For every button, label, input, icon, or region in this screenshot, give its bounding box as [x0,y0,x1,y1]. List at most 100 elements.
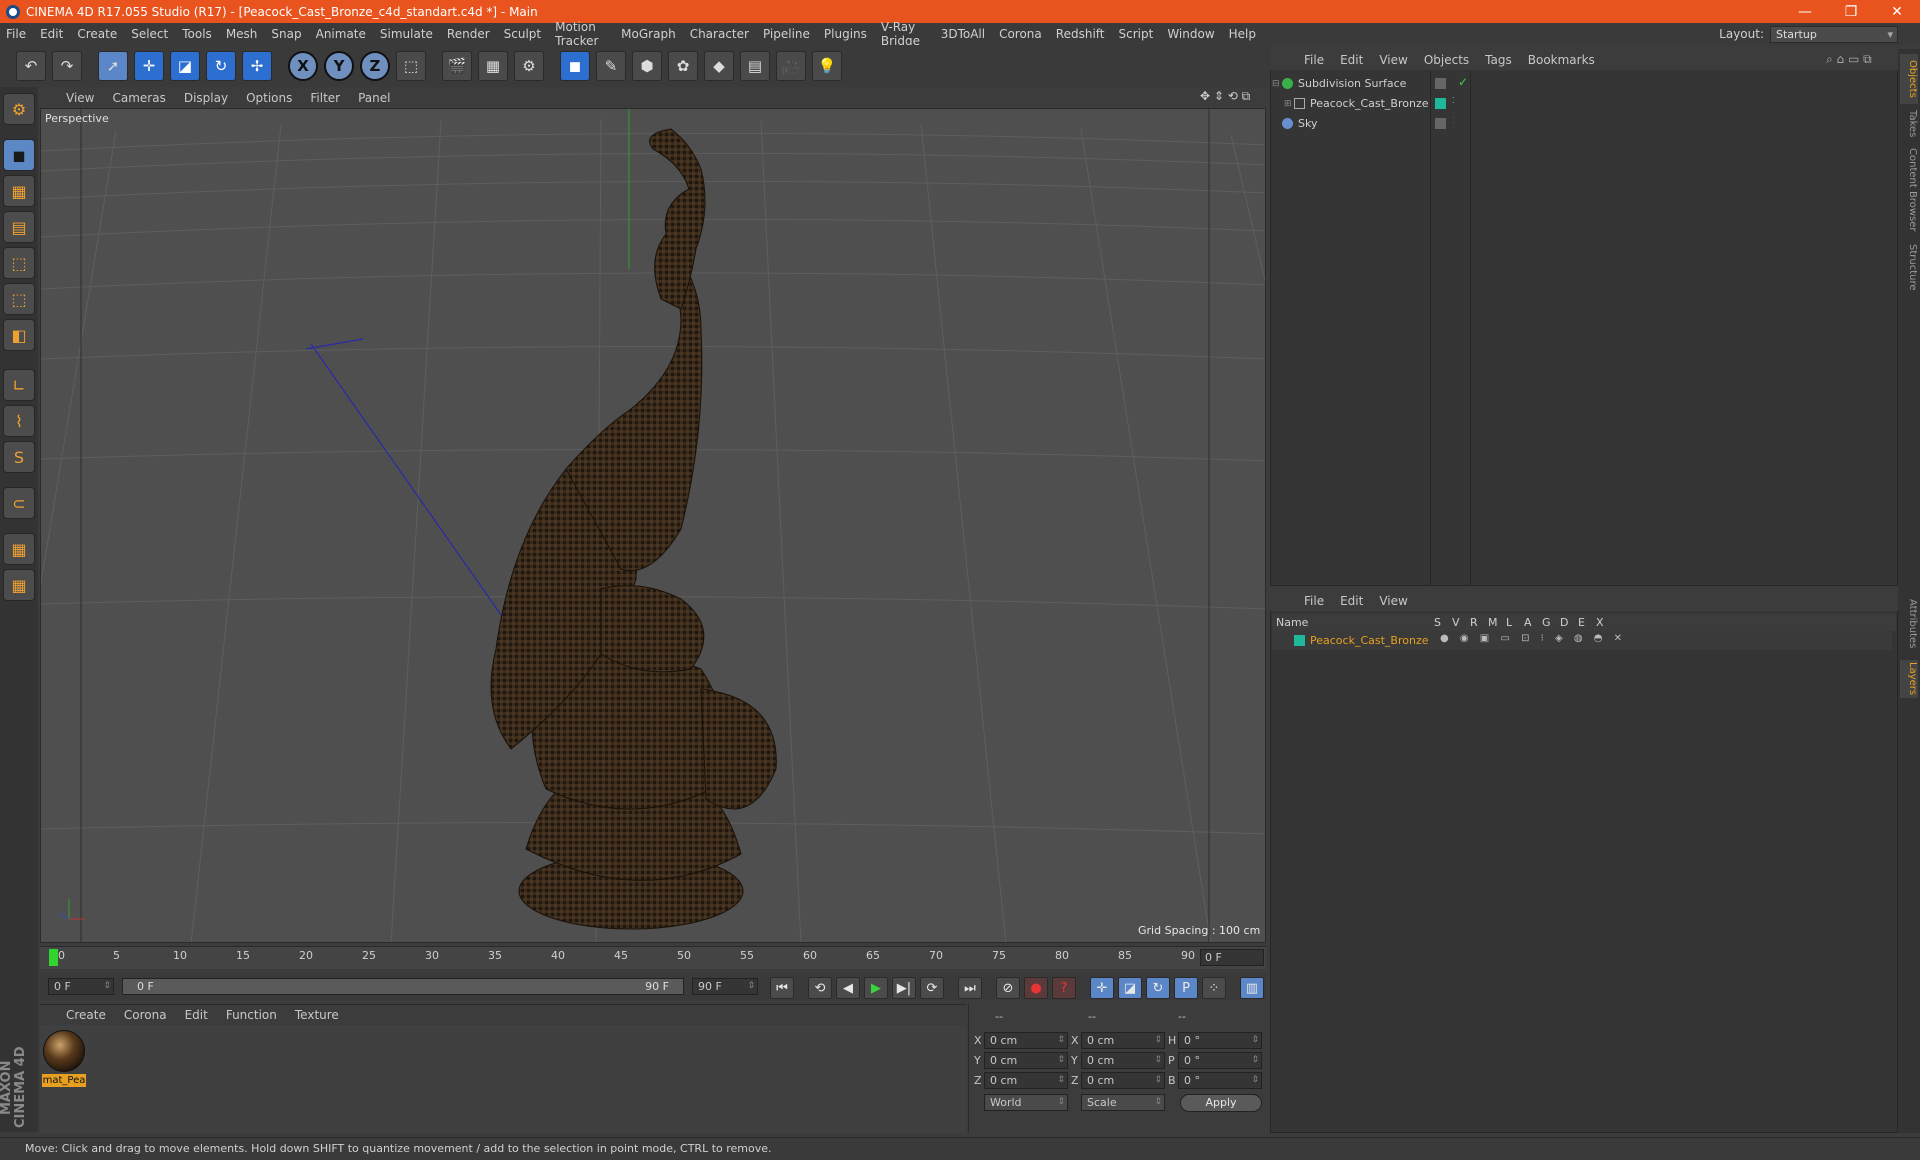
play-icon[interactable]: ▶ [864,977,888,999]
viewport-menu-panel[interactable]: Panel [358,91,390,105]
size-mode-dropdown[interactable]: Scale [1081,1094,1165,1111]
material-menu-function[interactable]: Function [226,1008,277,1022]
rotation-b-field[interactable]: 0 ° [1178,1072,1262,1089]
menu-corona[interactable]: Corona [999,27,1042,41]
tab-structure[interactable]: Structure [1900,240,1918,294]
deformer-icon[interactable]: ◆ [704,51,734,81]
render-settings-icon[interactable]: ⚙ [514,51,544,81]
menu-edit[interactable]: Edit [40,27,63,41]
obj-menu-objects[interactable]: Objects [1424,53,1469,67]
layer-menu-edit[interactable]: Edit [1340,594,1363,608]
render-picture-viewer-icon[interactable]: ▦ [478,51,508,81]
key-mode-icon[interactable]: ⊘ [996,977,1020,999]
material-name-label[interactable]: mat_Pea [42,1074,86,1087]
menu-tools[interactable]: Tools [182,27,212,41]
menu-window[interactable]: Window [1167,27,1214,41]
go-to-start-icon[interactable]: ⏮ [770,977,794,999]
cube-primitive-icon[interactable]: ◼ [560,51,590,81]
minimize-button[interactable]: — [1782,4,1828,20]
peacock-model[interactable] [490,128,777,930]
layer-color-icon[interactable] [1294,635,1305,646]
menu-sculpt[interactable]: Sculpt [504,27,541,41]
next-key-icon[interactable]: ⟳ [920,977,944,999]
scale-tool-icon[interactable]: ◪ [170,51,200,81]
object-manager-nav-icons[interactable]: ⌕ ⌂ ▭ ⧉ [1826,52,1892,68]
autokey-icon[interactable]: ? [1052,977,1076,999]
size-x-field[interactable]: 0 cm [1081,1032,1165,1049]
make-editable-icon[interactable]: ⚙ [3,93,35,125]
position-y-field[interactable]: 0 cm [984,1052,1068,1069]
menu-snap[interactable]: Snap [271,27,301,41]
timeline-playhead[interactable] [49,949,58,966]
menu-select[interactable]: Select [131,27,168,41]
frame-range-slider[interactable]: 0 F 90 F [122,978,684,995]
object-row-sky[interactable]: Sky ⁚ [1272,114,1892,133]
pen-spline-icon[interactable]: ✎ [596,51,626,81]
previous-frame-icon[interactable]: ◀ [836,977,860,999]
light-icon[interactable]: 💡 [812,51,842,81]
redo-icon[interactable]: ↷ [52,51,82,81]
3d-viewport[interactable] [40,108,1266,943]
layout-dropdown[interactable]: Startup [1770,25,1898,43]
restore-button[interactable]: ❐ [1828,4,1874,20]
object-row-peacock-cast-bronze[interactable]: ⊞ Peacock_Cast_Bronze ⁚ [1272,94,1892,113]
tweak-mode-icon[interactable]: ⌇ [3,405,35,437]
floor-environment-icon[interactable]: ▤ [740,51,770,81]
menu-pipeline[interactable]: Pipeline [763,27,810,41]
timeline-window-icon[interactable]: ▥ [1240,977,1264,999]
menu-file[interactable]: File [6,27,26,41]
tab-takes[interactable]: Takes [1900,106,1918,142]
z-axis-lock-icon[interactable]: Z [360,51,390,81]
layer-row[interactable]: Peacock_Cast_Bronze ● ◉ ▣ ▭ ⊡ ⁝ ◈ ◍ ◓ ✕ [1272,631,1892,650]
apply-button[interactable]: Apply [1180,1094,1262,1112]
points-mode-icon[interactable]: ⬚ [3,247,35,279]
viewport-menu-display[interactable]: Display [184,91,228,105]
magnet-icon[interactable]: ⊂ [3,487,35,519]
layer-toggle-icon[interactable] [1435,78,1446,89]
obj-menu-edit[interactable]: Edit [1340,53,1363,67]
current-frame-field[interactable]: 0 F [1200,949,1264,966]
edges-mode-icon[interactable]: ⬚ [3,283,35,315]
rotate-tool-icon[interactable]: ↻ [206,51,236,81]
rotation-h-field[interactable]: 0 ° [1178,1032,1262,1049]
layer-menu-view[interactable]: View [1379,594,1407,608]
subdivision-surface-icon[interactable]: ⬢ [632,51,662,81]
layer-toggle-icon[interactable] [1435,118,1446,129]
record-icon[interactable]: ● [1024,977,1048,999]
viewport-menu-options[interactable]: Options [246,91,292,105]
camera-icon[interactable]: 🎥 [776,51,806,81]
texture-mode-icon[interactable]: ▦ [3,175,35,207]
menu-render[interactable]: Render [447,27,490,41]
start-frame-field[interactable]: 0 F [48,978,114,995]
coordinate-mode-dropdown[interactable]: World [984,1094,1068,1111]
viewport-menu-cameras[interactable]: Cameras [112,91,165,105]
size-y-field[interactable]: 0 cm [1081,1052,1165,1069]
menu-simulate[interactable]: Simulate [380,27,433,41]
menu-create[interactable]: Create [77,27,117,41]
menu-character[interactable]: Character [690,27,749,41]
key-pla-icon[interactable]: ⁘ [1202,977,1226,999]
menu-redshift[interactable]: Redshift [1056,27,1105,41]
viewport-nav-icons[interactable]: ✥ ⇕ ⟲ ⧉ [1200,89,1264,105]
layer-menu-file[interactable]: File [1304,594,1324,608]
snap-mode-icon[interactable]: S [3,441,35,473]
workplane-mode-icon[interactable]: ▤ [3,211,35,243]
select-tool-icon[interactable]: ➚ [98,51,128,81]
position-x-field[interactable]: 0 cm [984,1032,1068,1049]
layer-color-icon[interactable] [1435,98,1446,109]
menu-plugins[interactable]: Plugins [824,27,867,41]
visibility-dots-icon[interactable]: ⁚ [1452,96,1455,105]
obj-menu-file[interactable]: File [1304,53,1324,67]
obj-menu-bookmarks[interactable]: Bookmarks [1528,53,1595,67]
y-axis-lock-icon[interactable]: Y [324,51,354,81]
move-tool-icon[interactable]: ✛ [134,51,164,81]
viewport-menu-view[interactable]: View [66,91,94,105]
tab-layers[interactable]: Layers [1900,660,1918,698]
undo-icon[interactable]: ↶ [16,51,46,81]
material-menu-texture[interactable]: Texture [295,1008,339,1022]
menu-mesh[interactable]: Mesh [226,27,258,41]
size-z-field[interactable]: 0 cm [1081,1072,1165,1089]
material-preview-ball[interactable] [43,1030,85,1072]
menu-mograph[interactable]: MoGraph [621,27,676,41]
tab-attributes[interactable]: Attributes [1900,594,1918,654]
